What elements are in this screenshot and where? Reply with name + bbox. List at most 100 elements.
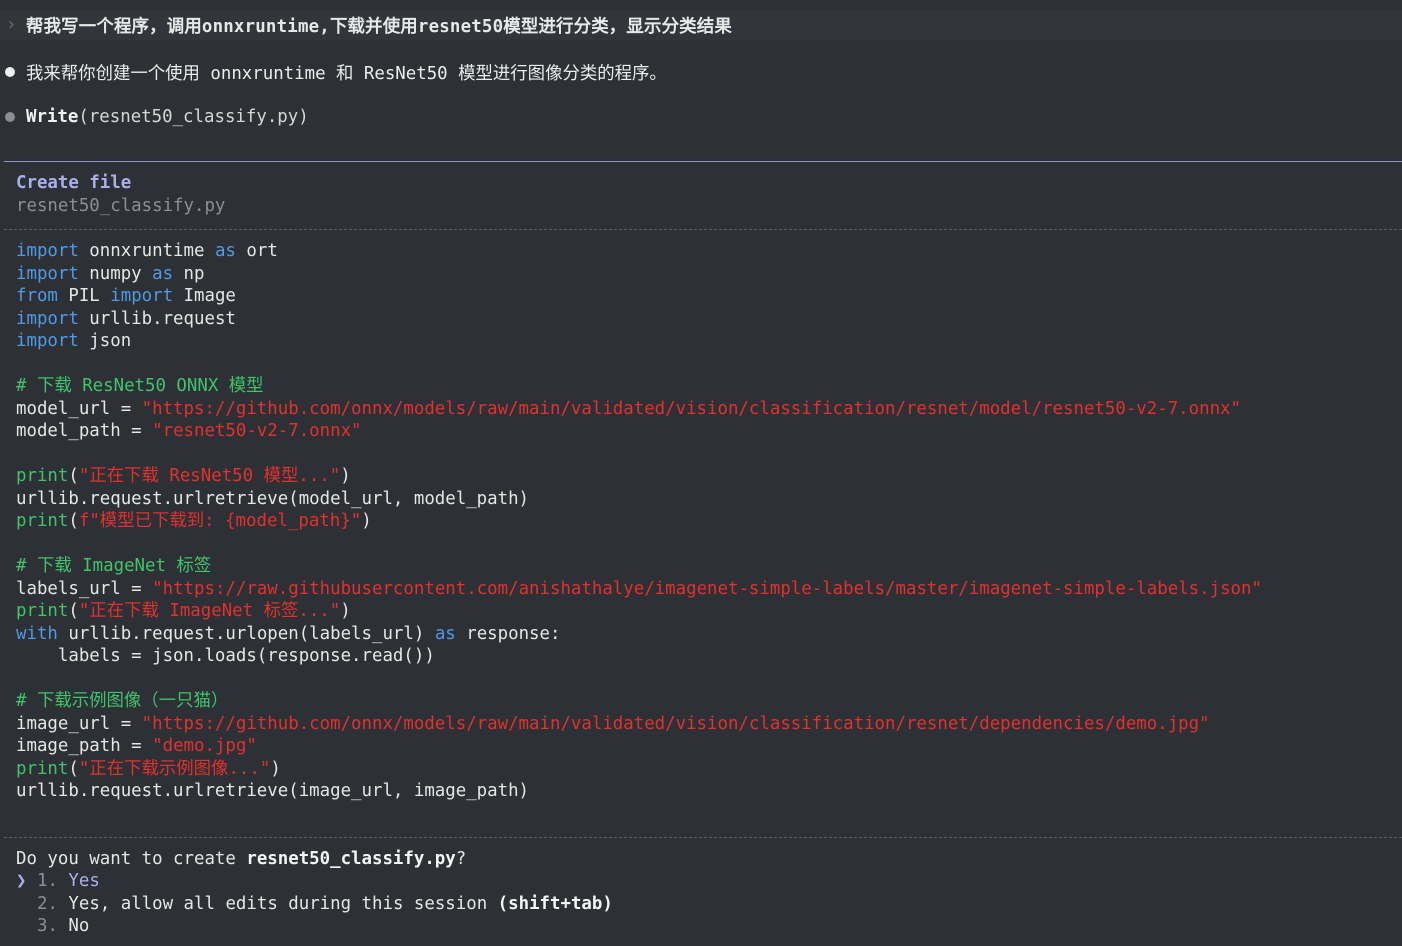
code-line: model_path = "resnet50-v2-7.onnx": [16, 420, 362, 442]
code-line: labels = json.loads(response.read()): [16, 645, 435, 667]
option-label: Yes: [68, 871, 100, 891]
code-text: (: [68, 511, 79, 531]
code-comment: # 下载示例图像（一只猫）: [16, 691, 229, 711]
code-comment: # 下载 ImageNet 标签: [16, 556, 212, 576]
code-line: image_url = "https://github.com/onnx/mod…: [16, 713, 1210, 735]
code-line: labels_url = "https://raw.githubusercont…: [16, 578, 1262, 600]
option-number: 2.: [36, 894, 58, 914]
code-text: np: [173, 264, 205, 284]
option-label: Yes, allow all edits during this session: [68, 894, 498, 914]
confirm-question-mark: ?: [455, 849, 467, 869]
assistant-message-text: 我来帮你创建一个使用 onnxruntime 和 ResNet50 模型进行图像…: [26, 63, 667, 84]
code-text: image_url =: [16, 714, 142, 734]
code-line: print(f"模型已下载到: {model_path}"): [16, 510, 372, 532]
code-string: "正在下载 ImageNet 标签...": [78, 601, 341, 621]
code-text: ): [340, 466, 351, 486]
code-line: from PIL import Image: [16, 285, 236, 307]
option-label: No: [68, 916, 90, 936]
code-line: print("正在下载示例图像..."): [16, 758, 281, 780]
code-bottom-divider: [4, 837, 1402, 838]
option-no[interactable]: 3. No: [16, 915, 89, 937]
code-text: (: [68, 601, 79, 621]
code-text: ): [340, 601, 351, 621]
code-text: Image: [173, 286, 236, 306]
code-line: urllib.request.urlretrieve(model_url, mo…: [16, 488, 529, 510]
code-keyword: import: [110, 286, 174, 306]
code-text: urllib.request.urlretrieve(model_url, mo…: [16, 489, 530, 509]
code-string: "https://github.com/onnx/models/raw/main…: [141, 399, 1241, 419]
code-string: "resnet50-v2-7.onnx": [152, 421, 362, 441]
code-keyword: as: [214, 241, 236, 261]
code-text: ): [361, 511, 372, 531]
code-line: print("正在下载 ResNet50 模型..."): [16, 465, 351, 487]
code-keyword: import: [16, 264, 79, 284]
code-keyword: import: [16, 241, 79, 261]
code-string: "正在下载示例图像...": [78, 759, 271, 779]
message-bullet-icon: [5, 67, 15, 77]
code-line: with urllib.request.urlopen(labels_url) …: [16, 623, 560, 645]
code-top-divider: [4, 229, 1402, 230]
user-prompt-text: 帮我写一个程序，调用onnxruntime,下载并使用resnet50模型进行分…: [26, 16, 732, 37]
code-comment: # 下载 ResNet50 ONNX 模型: [16, 376, 264, 396]
code-keyword: import: [16, 309, 79, 329]
confirm-question: Do you want to create resnet50_classify.…: [16, 848, 466, 870]
code-line: print("正在下载 ImageNet 标签..."): [16, 600, 351, 622]
code-function: print: [16, 759, 69, 779]
code-text: model_url =: [16, 399, 142, 419]
code-text: urllib.request.urlretrieve(image_url, im…: [16, 781, 530, 801]
code-function: print: [16, 511, 69, 531]
create-file-filename: resnet50_classify.py: [16, 196, 226, 216]
code-text: labels = json.loads(response.read()): [16, 646, 435, 666]
panel-top-divider: [4, 161, 1402, 162]
code-function: print: [16, 466, 69, 486]
code-text: json: [78, 331, 132, 351]
code-keyword: as: [434, 624, 456, 644]
code-string: "demo.jpg": [152, 736, 257, 756]
code-string: "正在下载 ResNet50 模型...": [78, 466, 341, 486]
option-yes-allow-all[interactable]: 2. Yes, allow all edits during this sess…: [16, 893, 613, 915]
code-line: import onnxruntime as ort: [16, 240, 278, 262]
code-keyword: as: [152, 264, 174, 284]
option-number: 3.: [36, 916, 58, 936]
code-string: f"模型已下载到: {model_path}": [78, 511, 362, 531]
option-yes[interactable]: ❯ 1. Yes: [16, 870, 100, 892]
code-line: urllib.request.urlretrieve(image_url, im…: [16, 780, 529, 802]
tool-call-name: Write: [26, 107, 79, 127]
assistant-message-row: 我来帮你创建一个使用 onnxruntime 和 ResNet50 模型进行图像…: [0, 58, 667, 86]
code-text: response:: [455, 624, 561, 644]
option-shortcut-hint: (shift+tab): [497, 894, 613, 914]
code-text: urllib.request: [78, 309, 236, 329]
code-line: import json: [16, 330, 131, 352]
code-text: PIL: [57, 286, 111, 306]
create-file-title: Create file: [16, 173, 132, 193]
code-text: urllib.request.urlopen(labels_url): [57, 624, 435, 644]
code-text: (: [68, 759, 79, 779]
code-text: numpy: [78, 264, 153, 284]
confirm-question-filename: resnet50_classify.py: [246, 849, 456, 869]
code-line: image_path = "demo.jpg": [16, 735, 257, 757]
code-text: labels_url =: [16, 579, 153, 599]
tool-call-row: Write (resnet50_classify.py): [0, 103, 309, 131]
tool-call-bullet-icon: [5, 112, 15, 122]
code-text: (: [68, 466, 79, 486]
confirm-question-text: Do you want to create: [16, 849, 247, 869]
code-line: import numpy as np: [16, 263, 205, 285]
code-line: import urllib.request: [16, 308, 236, 330]
code-text: image_path =: [16, 736, 153, 756]
code-text: model_path =: [16, 421, 153, 441]
code-keyword: with: [16, 624, 58, 644]
code-keyword: from: [16, 286, 58, 306]
code-text: ort: [235, 241, 278, 261]
code-line: model_url = "https://github.com/onnx/mod…: [16, 398, 1241, 420]
tool-call-argument: (resnet50_classify.py): [78, 107, 309, 127]
code-text: onnxruntime: [78, 241, 215, 261]
user-prompt-row: › 帮我写一个程序，调用onnxruntime,下载并使用resnet50模型进…: [0, 10, 1402, 40]
prompt-chevron-icon: ›: [6, 15, 17, 35]
code-keyword: import: [16, 331, 79, 351]
option-number: 1.: [36, 871, 58, 891]
selection-arrow-icon: ❯: [16, 871, 27, 891]
code-string: "https://github.com/onnx/models/raw/main…: [141, 714, 1210, 734]
code-text: ): [270, 759, 281, 779]
code-string: "https://raw.githubusercontent.com/anish…: [152, 579, 1262, 599]
code-function: print: [16, 601, 69, 621]
